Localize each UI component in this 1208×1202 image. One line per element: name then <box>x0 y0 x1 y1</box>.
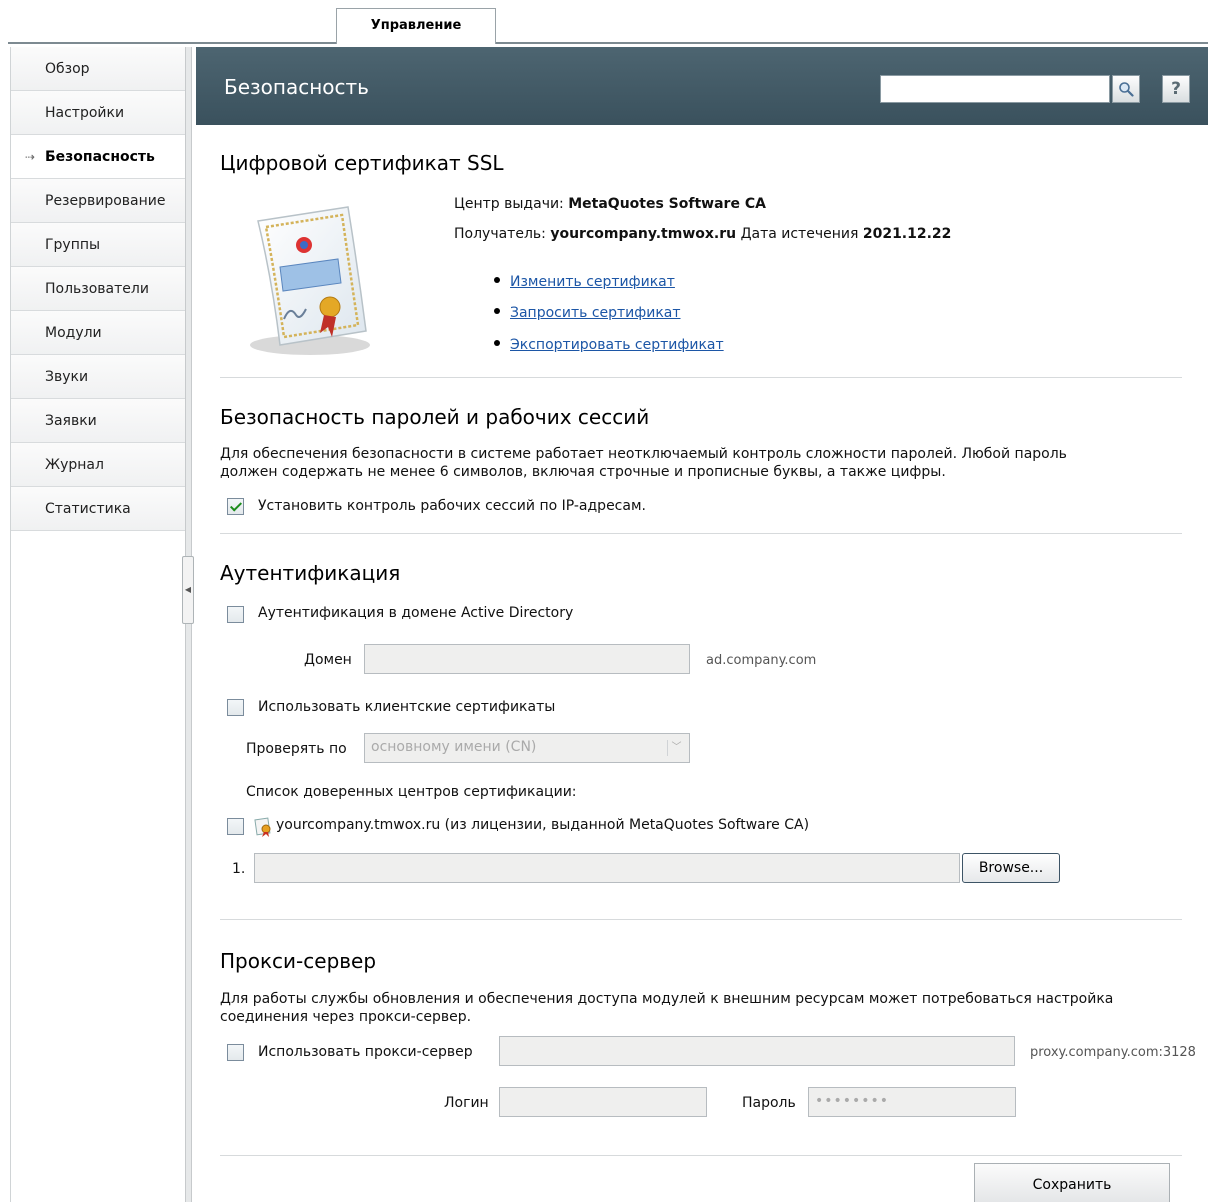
recipient-value: yourcompany.tmwox.ru <box>550 226 737 242</box>
issuer-line: Центр выдачи: MetaQuotes Software CA <box>454 196 766 212</box>
sidebar-item-log[interactable]: Журнал <box>11 443 185 487</box>
issuer-value: MetaQuotes Software CA <box>568 196 766 212</box>
file-row-number: 1. <box>232 861 246 877</box>
sidebar-item-label: Модули <box>45 325 102 341</box>
change-certificate-link[interactable]: Изменить сертификат <box>510 274 675 290</box>
section-divider <box>220 377 1182 378</box>
proxy-hint: proxy.company.com:3128 <box>1030 1045 1196 1060</box>
proxy-section-title: Прокси-сервер <box>220 949 377 973</box>
page-header: Безопасность ? <box>196 47 1208 125</box>
bullet-icon <box>494 308 500 314</box>
sidebar-item-users[interactable]: Пользователи <box>11 267 185 311</box>
save-button[interactable]: Сохранить <box>974 1163 1170 1202</box>
sidebar-item-groups[interactable]: Группы <box>11 223 185 267</box>
chevron-down-icon: ﹀ <box>667 740 685 756</box>
recipient-label: Получатель: <box>454 226 546 242</box>
section-divider <box>220 1155 1182 1156</box>
sidebar-item-requests[interactable]: Заявки <box>11 399 185 443</box>
ad-auth-checkbox[interactable] <box>227 606 244 623</box>
domain-label: Домен <box>304 652 352 668</box>
domain-input[interactable] <box>364 644 690 674</box>
sidebar-item-label: Обзор <box>45 61 90 77</box>
passwords-section-title: Безопасность паролей и рабочих сессий <box>220 405 650 429</box>
main-panel: Безопасность ? Цифровой сертификат SSL Ц… <box>196 47 1208 1202</box>
recipient-line: Получатель: yourcompany.tmwox.ru Дата ис… <box>454 226 951 242</box>
proxy-description-line1: Для работы службы обновления и обеспечен… <box>220 991 1114 1007</box>
sidebar-splitter[interactable] <box>186 47 192 1202</box>
issuer-label: Центр выдачи: <box>454 196 564 212</box>
password-input[interactable]: •••••••• <box>808 1087 1016 1117</box>
section-divider <box>220 919 1182 920</box>
help-button[interactable]: ? <box>1162 75 1190 103</box>
sidebar-item-overview[interactable]: Обзор <box>11 47 185 91</box>
password-label: Пароль <box>742 1095 796 1111</box>
ip-control-label: Установить контроль рабочих сессий по IP… <box>258 498 646 514</box>
sidebar-item-settings[interactable]: Настройки <box>11 91 185 135</box>
login-input[interactable] <box>499 1087 707 1117</box>
certificate-file-input[interactable] <box>254 853 960 883</box>
ip-control-checkbox[interactable] <box>227 498 244 515</box>
trusted-ca-label: yourcompany.tmwox.ru (из лицензии, выдан… <box>276 817 810 833</box>
list-item: Изменить сертификат <box>494 274 675 290</box>
bullet-icon <box>494 277 500 283</box>
check-by-value: основному имени (CN) <box>371 739 537 755</box>
sidebar-item-label: Настройки <box>45 105 125 121</box>
check-by-select[interactable]: основному имени (CN) ﹀ <box>364 733 690 763</box>
sidebar-item-security[interactable]: ⇢ Безопасность <box>11 135 185 179</box>
list-item: Экспортировать сертификат <box>494 337 724 353</box>
expiry-value: 2021.12.22 <box>862 226 952 242</box>
trusted-ca-list-label: Список доверенных центров сертификации: <box>246 784 577 800</box>
passwords-description-line1: Для обеспечения безопасности в системе р… <box>220 446 1067 462</box>
sidebar-item-label: Резервирование <box>45 193 166 209</box>
sidebar: Обзор Настройки ⇢ Безопасность Резервиров… <box>10 47 186 1202</box>
certificate-small-icon <box>254 817 271 837</box>
login-label: Логин <box>444 1095 489 1111</box>
section-divider <box>220 533 1182 534</box>
passwords-description-line2: должен содержать не менее 6 символов, вк… <box>220 464 946 480</box>
expiry-label: Дата истечения <box>740 226 859 242</box>
list-item: Запросить сертификат <box>494 305 681 321</box>
sidebar-item-modules[interactable]: Модули <box>11 311 185 355</box>
sidebar-item-label: Журнал <box>45 457 104 473</box>
ad-auth-label: Аутентификация в домене Active Directory <box>258 605 574 621</box>
export-certificate-link[interactable]: Экспортировать сертификат <box>510 337 724 353</box>
search-input[interactable] <box>880 75 1110 103</box>
tab-underline <box>8 42 1208 44</box>
ssl-section-title: Цифровой сертификат SSL <box>220 151 504 175</box>
client-certs-checkbox[interactable] <box>227 699 244 716</box>
page-title: Безопасность <box>224 75 369 99</box>
use-proxy-checkbox[interactable] <box>227 1044 244 1061</box>
domain-hint: ad.company.com <box>706 653 817 668</box>
tab-management[interactable]: Управление <box>336 8 496 44</box>
proxy-address-input[interactable] <box>499 1036 1015 1066</box>
certificate-icon <box>250 206 370 355</box>
sidebar-item-label: Звуки <box>45 369 89 385</box>
sidebar-item-backup[interactable]: Резервирование <box>11 179 185 223</box>
browse-button[interactable]: Browse... <box>962 853 1060 883</box>
proxy-description-line2: соединения через прокси-сервер. <box>220 1009 472 1025</box>
sidebar-item-label: Статистика <box>45 501 131 517</box>
sidebar-item-label: Группы <box>45 237 101 253</box>
sidebar-item-label: Пользователи <box>45 281 149 297</box>
check-by-label: Проверять по <box>246 741 347 757</box>
sidebar-item-label: Заявки <box>45 413 97 429</box>
search-icon <box>1119 82 1134 97</box>
search-button[interactable] <box>1112 75 1140 103</box>
client-certs-label: Использовать клиентские сертификаты <box>258 699 556 715</box>
collapse-sidebar-icon[interactable]: ◀ <box>182 556 194 624</box>
sidebar-item-statistics[interactable]: Статистика <box>11 487 185 531</box>
sidebar-item-label: Безопасность <box>45 149 155 165</box>
request-certificate-link[interactable]: Запросить сертификат <box>510 305 681 321</box>
auth-section-title: Аутентификация <box>220 561 401 585</box>
trusted-ca-checkbox[interactable] <box>227 818 244 835</box>
bullet-icon <box>494 340 500 346</box>
active-arrow-icon: ⇢ <box>25 150 36 164</box>
top-tabbar: Управление <box>0 0 1208 44</box>
use-proxy-label: Использовать прокси-сервер <box>258 1044 473 1060</box>
sidebar-item-sounds[interactable]: Звуки <box>11 355 185 399</box>
